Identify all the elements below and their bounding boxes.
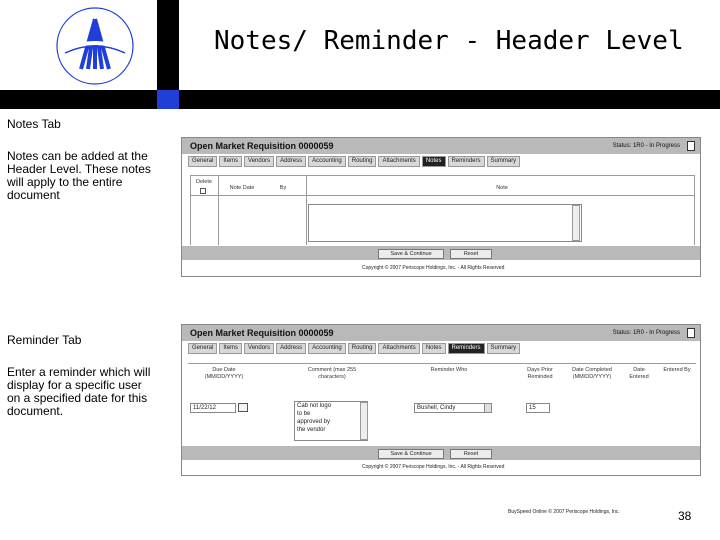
column-header-date-entered: Date Entered bbox=[629, 367, 649, 380]
reminder-copyright: Copyright © 2007 Periscope Holdings, Inc… bbox=[362, 464, 505, 470]
print-icon[interactable] bbox=[687, 328, 695, 338]
notes-tab-screenshot: Open Market Requisition 0000059 Status: … bbox=[181, 137, 701, 277]
comment-textarea[interactable]: Cab not logo to be approved by the vendo… bbox=[294, 401, 368, 441]
tab-address[interactable]: Address bbox=[276, 343, 307, 354]
reminder-screen-status: Status: 1R0 - In Progress bbox=[612, 330, 680, 336]
days-prior-input[interactable]: 15 bbox=[526, 403, 550, 413]
footer-note: BuySpeed Online © 2007 Periscope Holding… bbox=[508, 509, 620, 515]
note-textarea[interactable] bbox=[308, 204, 582, 242]
header-left-bar bbox=[157, 0, 179, 92]
save-continue-button[interactable]: Save & Continue bbox=[378, 249, 444, 259]
reset-button[interactable]: Reset bbox=[450, 249, 492, 259]
comment-line: approved by bbox=[297, 419, 331, 425]
tab-general[interactable]: General bbox=[188, 156, 218, 167]
comment-line: to be bbox=[297, 411, 311, 417]
tab-reminders[interactable]: Reminders bbox=[447, 156, 485, 167]
reminder-tab-screenshot: Open Market Requisition 0000059 Status: … bbox=[181, 324, 701, 476]
notes-tab-heading: Notes Tab bbox=[7, 117, 61, 131]
print-icon[interactable] bbox=[687, 141, 695, 151]
tab-items[interactable]: Items bbox=[219, 343, 243, 354]
tab-attachments[interactable]: Attachments bbox=[378, 156, 420, 167]
tab-accounting[interactable]: Accounting bbox=[308, 156, 346, 167]
calendar-icon[interactable] bbox=[238, 403, 248, 412]
comment-line: Cab not logo bbox=[297, 403, 332, 409]
column-header-by: By bbox=[279, 185, 287, 191]
notes-copyright: Copyright © 2007 Periscope Holdings, Inc… bbox=[362, 265, 505, 271]
tab-address[interactable]: Address bbox=[276, 156, 307, 167]
column-header-comment: Comment (max 255 characters) bbox=[307, 367, 357, 380]
tab-routing[interactable]: Routing bbox=[347, 156, 377, 167]
reset-button[interactable]: Reset bbox=[450, 449, 492, 459]
reminder-screen-tabs: General Items Vendors Address Accounting Rout… bbox=[188, 343, 521, 354]
tab-general[interactable]: General bbox=[188, 343, 218, 354]
tab-reminders[interactable]: Reminders bbox=[447, 343, 485, 354]
column-header-due-date: Due Date (MM/DD/YYYY) bbox=[204, 367, 244, 380]
tab-attachments[interactable]: Attachments bbox=[378, 343, 420, 354]
notes-screen-title: Open Market Requisition 0000059 bbox=[190, 141, 334, 151]
reminder-screen-title: Open Market Requisition 0000059 bbox=[190, 328, 334, 338]
column-header-note: Note bbox=[496, 185, 508, 191]
column-header-note-date: Note Date bbox=[229, 185, 255, 191]
column-header-reminder-who: Reminder Who bbox=[430, 367, 468, 373]
note-scrollbar[interactable] bbox=[572, 205, 580, 241]
chevron-down-icon[interactable] bbox=[484, 404, 491, 412]
tab-routing[interactable]: Routing bbox=[347, 343, 377, 354]
tab-vendors[interactable]: Vendors bbox=[244, 156, 275, 167]
notes-tab-description: Notes can be added at the Header Level. … bbox=[7, 149, 151, 202]
column-header-delete: Delete bbox=[196, 179, 212, 185]
comment-line: the vendor bbox=[297, 427, 326, 433]
reminder-tab-heading: Reminder Tab bbox=[7, 333, 82, 347]
header-rule bbox=[0, 90, 720, 109]
tab-notes[interactable]: Notes bbox=[421, 343, 446, 354]
tab-items[interactable]: Items bbox=[219, 156, 243, 167]
delete-checkbox[interactable] bbox=[200, 188, 206, 194]
reminder-who-select[interactable]: Bushell, Cindy bbox=[414, 403, 492, 413]
tab-summary[interactable]: Summary bbox=[486, 343, 521, 354]
page-number: 38 bbox=[678, 509, 692, 523]
column-header-days-prior: Days Prior Reminded bbox=[527, 367, 553, 380]
column-header-entered-by: Entered By bbox=[663, 367, 691, 373]
save-continue-button[interactable]: Save & Continue bbox=[378, 449, 444, 459]
tab-notes[interactable]: Notes bbox=[421, 156, 446, 167]
notes-screen-tabs: General Items Vendors Address Accounting Rout… bbox=[188, 156, 521, 167]
header-accent-square bbox=[157, 90, 179, 109]
slide-title: Notes/ Reminder - Header Level bbox=[214, 26, 684, 56]
tab-vendors[interactable]: Vendors bbox=[244, 343, 275, 354]
notes-screen-status: Status: 1R0 - In Progress bbox=[612, 143, 680, 149]
reminder-tab-description: Enter a reminder which will display for … bbox=[7, 365, 151, 418]
tab-summary[interactable]: Summary bbox=[486, 156, 521, 167]
airport-authority-logo bbox=[45, 5, 145, 87]
due-date-input[interactable]: 11/22/12 bbox=[190, 403, 236, 413]
comment-scrollbar[interactable] bbox=[360, 402, 368, 440]
column-header-date-completed: Date Completed (MM/DD/YYYY) bbox=[572, 367, 612, 380]
tab-accounting[interactable]: Accounting bbox=[308, 343, 346, 354]
